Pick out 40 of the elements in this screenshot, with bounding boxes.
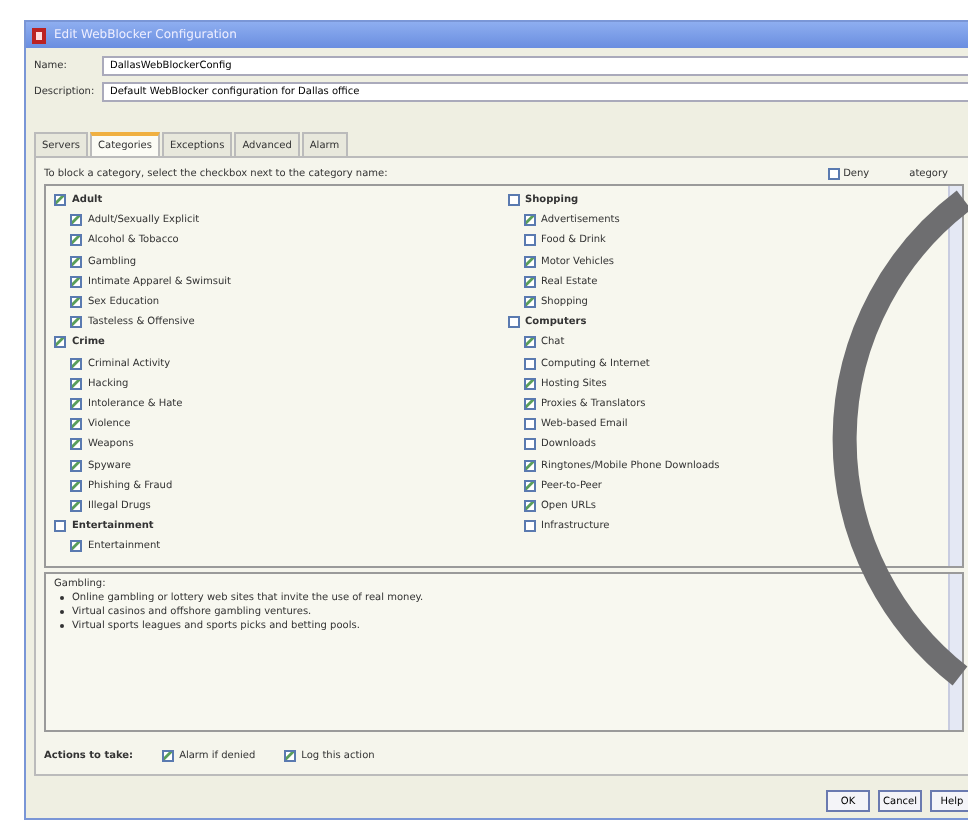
checkbox[interactable] xyxy=(161,750,174,762)
checkbox[interactable] xyxy=(523,520,535,533)
checkbox[interactable] xyxy=(70,479,82,492)
checkbox[interactable] xyxy=(70,275,82,288)
checkbox[interactable] xyxy=(70,540,82,553)
checkbox[interactable] xyxy=(70,377,82,390)
checkbox[interactable] xyxy=(70,357,82,370)
checkbox[interactable] xyxy=(70,296,82,309)
checkbox[interactable] xyxy=(523,418,535,431)
checkbox[interactable] xyxy=(70,438,82,451)
checkbox[interactable] xyxy=(70,255,82,268)
checkbox[interactable] xyxy=(70,214,82,227)
checkbox[interactable] xyxy=(70,316,82,329)
checkbox[interactable] xyxy=(283,750,296,762)
checkbox[interactable] xyxy=(70,418,82,431)
checkbox[interactable] xyxy=(523,296,535,309)
checkbox[interactable] xyxy=(507,316,519,329)
checkbox[interactable] xyxy=(54,194,66,207)
checkbox[interactable] xyxy=(523,357,535,370)
checkbox[interactable] xyxy=(54,336,66,349)
app-icon xyxy=(32,27,46,43)
checkbox[interactable] xyxy=(523,397,535,410)
checkbox[interactable] xyxy=(523,479,535,492)
checkbox[interactable] xyxy=(523,499,535,512)
checkbox[interactable] xyxy=(70,499,82,512)
checkbox[interactable] xyxy=(523,275,535,288)
checkbox[interactable] xyxy=(54,520,66,533)
checkbox[interactable] xyxy=(523,214,535,227)
checkbox[interactable] xyxy=(523,255,535,268)
checkbox[interactable] xyxy=(70,459,82,472)
checkbox[interactable] xyxy=(70,234,82,247)
checkbox[interactable] xyxy=(523,377,535,390)
checkbox[interactable] xyxy=(827,168,840,180)
checkbox[interactable] xyxy=(523,234,535,247)
checkbox[interactable] xyxy=(523,438,535,451)
scrollbar[interactable] xyxy=(948,186,962,566)
checkbox[interactable] xyxy=(70,397,82,410)
checkbox[interactable] xyxy=(523,336,535,349)
checkbox[interactable] xyxy=(507,194,519,207)
checkbox[interactable] xyxy=(523,459,535,472)
